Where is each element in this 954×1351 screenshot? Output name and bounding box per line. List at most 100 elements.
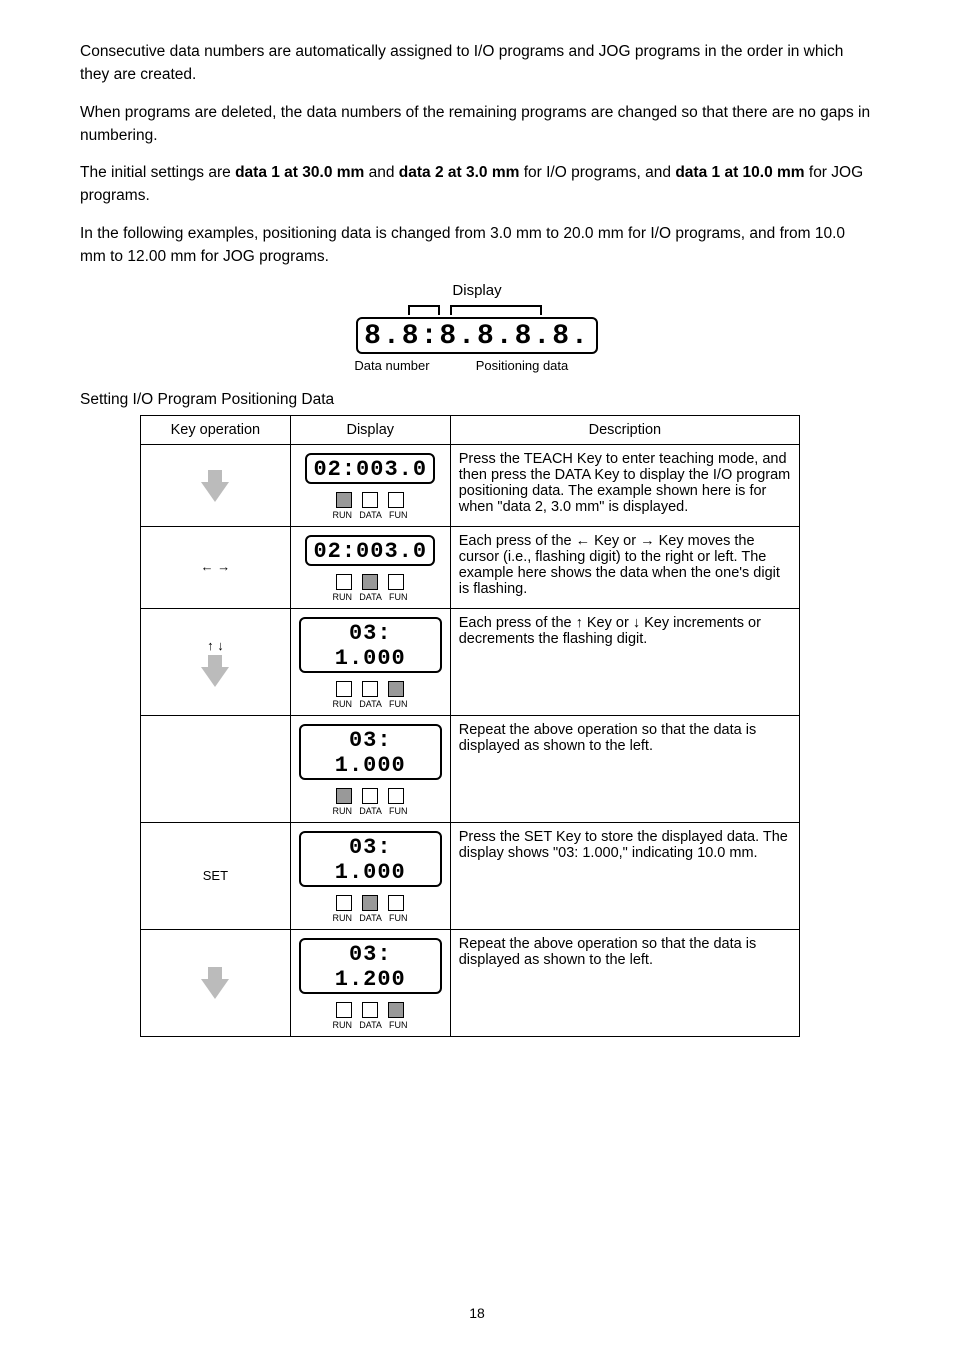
led-row: [299, 681, 442, 697]
arrow-down-icon: [208, 967, 222, 979]
table-row: 03: 1.000 RUN DATA FUN Repeat the above oper…: [141, 716, 800, 823]
led-indicator: [336, 681, 352, 697]
led-label: FUN: [387, 806, 409, 816]
cell-key-operation: ← →: [141, 527, 291, 609]
led-label: DATA: [359, 510, 381, 520]
led-label: DATA: [359, 913, 381, 923]
intro-p3f: data 1 at 10.0 mm: [675, 164, 804, 181]
table-row: 02:003.0 RUN DATA FUN Press the TEACH Key to…: [141, 445, 800, 527]
led-indicator: [388, 574, 404, 590]
led-indicator: [362, 681, 378, 697]
cell-display: 03: 1.000RUNDATAFUN: [290, 609, 450, 716]
lcd-readout: 03: 1.000: [299, 724, 442, 780]
cell-description: Repeat the above operation so that the d…: [450, 716, 799, 823]
led-label: FUN: [387, 913, 409, 923]
led-indicator: [388, 1002, 404, 1018]
key-label: ← →: [149, 559, 282, 574]
lcd-readout: 03: 1.200: [299, 938, 442, 994]
key-label: ↑ ↓: [149, 638, 282, 653]
led-row: [299, 788, 442, 804]
led-label: DATA: [359, 699, 381, 709]
bracket-label-left: Data number: [347, 358, 437, 373]
col-key-operation: Key operation: [141, 416, 291, 445]
intro-p3a: The initial settings are: [80, 164, 235, 181]
display-figure: Display 8.8:8.8.8.8. Data number Positio…: [80, 282, 874, 373]
intro-p1: Consecutive data numbers are automatical…: [80, 43, 843, 83]
led-labels: RUN DATA FUN: [299, 1020, 442, 1030]
led-label: RUN: [331, 913, 353, 923]
arrow-down-icon: [201, 979, 229, 999]
cell-key-operation: [141, 716, 291, 823]
led-row: [299, 1002, 442, 1018]
table-row: 03: 1.200 RUN DATA FUN Repeat the above oper…: [141, 930, 800, 1037]
lcd-readout: 03: 1.000: [299, 831, 442, 887]
cell-description: Each press of the ↑ Key or ↓ Key increme…: [450, 609, 799, 716]
key-label: SET: [149, 868, 282, 883]
cell-key-operation: [141, 930, 291, 1037]
intro-p4: In the following examples, positioning d…: [80, 225, 845, 265]
led-indicator: [388, 492, 404, 508]
arrow-down-icon: [201, 482, 229, 502]
table-row: ↑ ↓03: 1.000RUNDATAFUNEach press of the …: [141, 609, 800, 716]
led-label: FUN: [387, 510, 409, 520]
intro-p2: When programs are deleted, the data numb…: [80, 104, 870, 144]
led-labels: RUN DATA FUN: [299, 592, 442, 602]
led-row: [299, 574, 442, 590]
intro-p3c: and: [364, 164, 398, 181]
led-labels: RUN DATA FUN: [299, 913, 442, 923]
table-row: ← → 02:003.0 RUN DATA FUN Each press of the ←…: [141, 527, 800, 609]
intro-p3b: data 1 at 30.0 mm: [235, 164, 364, 181]
led-row: [299, 492, 442, 508]
bracket-markers: [402, 305, 552, 317]
led-label: DATA: [359, 592, 381, 602]
lcd-readout: 03: 1.000: [299, 617, 442, 673]
lcd-readout: 02:003.0: [305, 453, 435, 484]
led-indicator: [336, 492, 352, 508]
led-label: DATA: [359, 806, 381, 816]
lcd-display-example: 8.8:8.8.8.8.: [356, 317, 598, 354]
led-label: DATA: [359, 1020, 381, 1030]
led-label: FUN: [387, 592, 409, 602]
led-indicator: [336, 574, 352, 590]
led-indicator: [362, 574, 378, 590]
cell-display: 03: 1.200 RUN DATA FUN: [290, 930, 450, 1037]
cell-description: Each press of the ← Key or → Key moves t…: [450, 527, 799, 609]
led-indicator: [362, 895, 378, 911]
led-indicator: [362, 788, 378, 804]
led-indicator: [362, 1002, 378, 1018]
cell-display: 02:003.0 RUN DATA FUN: [290, 527, 450, 609]
intro-p3: The initial settings are data 1 at 30.0 …: [80, 161, 874, 208]
led-label: RUN: [331, 806, 353, 816]
intro-p3e: for I/O programs, and: [519, 164, 675, 181]
led-indicator: [336, 788, 352, 804]
cell-display: 03: 1.000 RUN DATA FUN: [290, 823, 450, 930]
lcd-readout: 02:003.0: [305, 535, 435, 566]
led-indicator: [388, 788, 404, 804]
cell-display: 03: 1.000 RUN DATA FUN: [290, 716, 450, 823]
led-indicator: [388, 895, 404, 911]
led-indicator: [336, 1002, 352, 1018]
led-indicator: [336, 895, 352, 911]
cell-description: Press the TEACH Key to enter teaching mo…: [450, 445, 799, 527]
table-row: SET 03: 1.000 RUN DATA FUN Press the SET Key …: [141, 823, 800, 930]
led-label: RUN: [331, 699, 353, 709]
led-label: RUN: [331, 510, 353, 520]
led-labels: RUN DATA FUN: [299, 510, 442, 520]
cell-description: Repeat the above operation so that the d…: [450, 930, 799, 1037]
arrow-down-icon: [208, 470, 222, 482]
led-row: [299, 895, 442, 911]
led-labels: RUNDATAFUN: [299, 699, 442, 709]
section-title: Setting I/O Program Positioning Data: [80, 391, 874, 409]
led-label: FUN: [387, 1020, 409, 1030]
page-number: 18: [0, 1305, 954, 1321]
arrow-down-icon: [208, 655, 222, 667]
cell-key-operation: SET: [141, 823, 291, 930]
led-label: RUN: [331, 1020, 353, 1030]
intro-p3d: data 2 at 3.0 mm: [399, 164, 520, 181]
col-display: Display: [290, 416, 450, 445]
figure-caption: Display: [80, 282, 874, 299]
cell-key-operation: ↑ ↓: [141, 609, 291, 716]
led-label: RUN: [331, 592, 353, 602]
cell-description: Press the SET Key to store the displayed…: [450, 823, 799, 930]
led-labels: RUN DATA FUN: [299, 806, 442, 816]
